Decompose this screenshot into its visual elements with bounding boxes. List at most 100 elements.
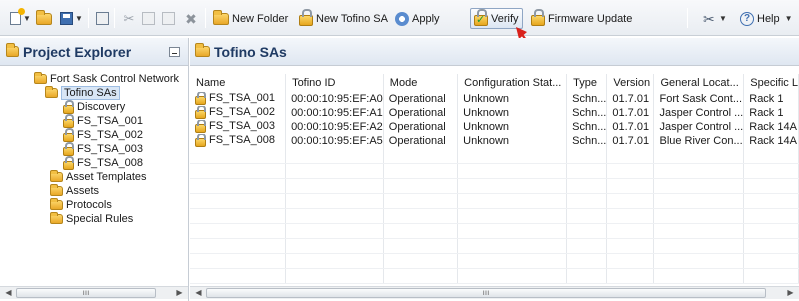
new-tofino-sa-icon — [299, 9, 313, 26]
right-horizontal-scrollbar[interactable]: ◀ ııı ▶ — [190, 286, 799, 299]
tree-item-assets[interactable]: Assets — [50, 184, 99, 198]
tree-item-asset-templates[interactable]: Asset Templates — [50, 170, 147, 184]
empty-row — [190, 223, 799, 239]
row-name-label: FS_TSA_002 — [209, 106, 276, 119]
tofino-sas-table: Name Tofino ID Mode Configuration Stat..… — [190, 74, 799, 284]
discovery-icon — [63, 99, 74, 114]
toolbar-separator — [88, 8, 89, 28]
cell-name: FS_TSA_002 — [190, 106, 287, 120]
tree-item-discovery[interactable]: Discovery — [63, 99, 125, 114]
lock-icon — [63, 113, 74, 128]
delete-icon: ✖ — [185, 10, 197, 27]
cell-specific-location: Rack 14A — [743, 134, 799, 148]
cell-general-location: Fort Sask Cont... — [653, 92, 745, 106]
save-icon — [60, 12, 73, 25]
tofino-sas-icon — [195, 43, 210, 57]
row-name-label: FS_TSA_003 — [209, 120, 276, 133]
column-header-mode[interactable]: Mode — [383, 74, 459, 92]
project-explorer-pane: Project Explorer Fort Sask Control Netwo… — [0, 38, 189, 301]
cell-mode: Operational — [383, 106, 459, 120]
table-row[interactable]: FS_TSA_003 00:00:10:95:EF:A2 Operational… — [190, 120, 799, 134]
save-button[interactable]: ▼ — [60, 9, 83, 28]
cell-general-location: Jasper Control ... — [653, 120, 745, 134]
folder-icon — [45, 86, 58, 98]
tree-item-fort-sask-control-network[interactable]: Fort Sask Control Network — [34, 72, 179, 86]
scroll-right-icon[interactable]: ▶ — [784, 287, 797, 299]
dropdown-arrow-icon[interactable]: ▼ — [785, 14, 793, 23]
dropdown-arrow-icon[interactable]: ▼ — [75, 14, 83, 23]
left-horizontal-scrollbar[interactable]: ◀ ııı ▶ — [0, 286, 188, 299]
column-header-type[interactable]: Type — [566, 74, 608, 92]
column-header-tofino-id[interactable]: Tofino ID — [285, 74, 384, 92]
toolbar-separator — [205, 8, 206, 28]
export-button[interactable] — [96, 9, 109, 28]
empty-row — [190, 193, 799, 209]
cell-tofino-id: 00:00:10:95:EF:A5 — [285, 134, 384, 148]
scroll-right-icon[interactable]: ▶ — [173, 287, 186, 299]
column-header-specific-location[interactable]: Specific L — [743, 74, 799, 92]
project-explorer-title: Project Explorer — [23, 43, 132, 60]
row-name-label: FS_TSA_008 — [209, 134, 276, 147]
minimize-pane-icon[interactable] — [169, 47, 180, 57]
cell-type: Schn... — [566, 106, 608, 120]
row-name-label: FS_TSA_001 — [209, 92, 276, 105]
folder-icon — [50, 184, 63, 196]
scrollbar-thumb[interactable]: ııı — [206, 288, 766, 298]
table-row[interactable]: FS_TSA_002 00:00:10:95:EF:A1 Operational… — [190, 106, 799, 120]
cell-general-location: Jasper Control ... — [653, 106, 745, 120]
tools-icon: ✂ — [703, 10, 715, 27]
column-header-name[interactable]: Name — [190, 74, 287, 92]
copy-icon — [142, 12, 155, 25]
cell-mode: Operational — [383, 92, 459, 106]
lock-icon — [63, 155, 74, 170]
tree-item-fs-tsa-003[interactable]: FS_TSA_003 — [63, 141, 143, 156]
tree-item-fs-tsa-001[interactable]: FS_TSA_001 — [63, 113, 143, 128]
column-header-configuration-status[interactable]: Configuration Stat... — [457, 74, 568, 92]
copy-button[interactable] — [142, 9, 155, 28]
new-tofino-sa-button[interactable]: New Tofino SA — [299, 9, 388, 28]
new-file-button[interactable]: ▼ — [10, 8, 31, 28]
empty-row — [190, 253, 799, 269]
tree-item-label: Assets — [66, 185, 100, 197]
delete-button[interactable]: ✖ — [184, 9, 198, 28]
column-header-version[interactable]: Version — [606, 74, 655, 92]
new-folder-button[interactable]: New Folder — [213, 9, 288, 28]
scroll-left-icon[interactable]: ◀ — [2, 287, 15, 299]
cell-mode: Operational — [383, 120, 459, 134]
dropdown-arrow-icon[interactable]: ▼ — [719, 14, 727, 23]
export-icon — [96, 12, 109, 25]
paste-button[interactable] — [162, 9, 175, 28]
tree-item-label: Asset Templates — [66, 171, 147, 183]
scroll-left-icon[interactable]: ◀ — [192, 287, 205, 299]
tree-item-label: Tofino SAs — [61, 86, 120, 100]
folder-icon — [50, 198, 63, 210]
table-row[interactable]: FS_TSA_008 00:00:10:95:EF:A5 Operational… — [190, 134, 799, 148]
tree-item-fs-tsa-008[interactable]: FS_TSA_008 — [63, 155, 144, 170]
tree-item-special-rules[interactable]: Special Rules — [50, 212, 133, 226]
lock-icon — [195, 106, 206, 119]
cell-configuration-status: Unknown — [457, 106, 568, 120]
cut-button[interactable]: ✂ — [122, 9, 136, 28]
verify-label: Verify — [491, 12, 519, 25]
tools-button[interactable]: ✂ ▼ — [703, 9, 727, 28]
tree-item-label: FS_TSA_008 — [77, 157, 144, 169]
tree-item-protocols[interactable]: Protocols — [50, 198, 112, 212]
tree-item-tofino-sas[interactable]: Tofino SAs — [45, 86, 120, 100]
apply-icon — [395, 11, 409, 26]
dropdown-arrow-icon[interactable]: ▼ — [23, 14, 31, 23]
help-button[interactable]: ? Help ▼ — [740, 9, 793, 28]
lock-icon — [195, 92, 206, 105]
tree-item-fs-tsa-002[interactable]: FS_TSA_002 — [63, 127, 143, 142]
scrollbar-thumb[interactable]: ııı — [16, 288, 156, 298]
cell-type: Schn... — [566, 92, 608, 106]
cell-type: Schn... — [566, 134, 608, 148]
column-header-general-location[interactable]: General Locat... — [653, 74, 745, 92]
new-tofino-sa-label: New Tofino SA — [316, 12, 388, 25]
cell-version: 01.7.01 — [606, 134, 655, 148]
tree-item-label: Protocols — [66, 199, 112, 211]
table-row[interactable]: FS_TSA_001 00:00:10:95:EF:A0 Operational… — [190, 92, 799, 106]
empty-row — [190, 208, 799, 224]
network-folder-icon — [34, 72, 47, 84]
open-folder-button[interactable] — [36, 9, 52, 28]
apply-button[interactable]: Apply — [395, 9, 440, 28]
